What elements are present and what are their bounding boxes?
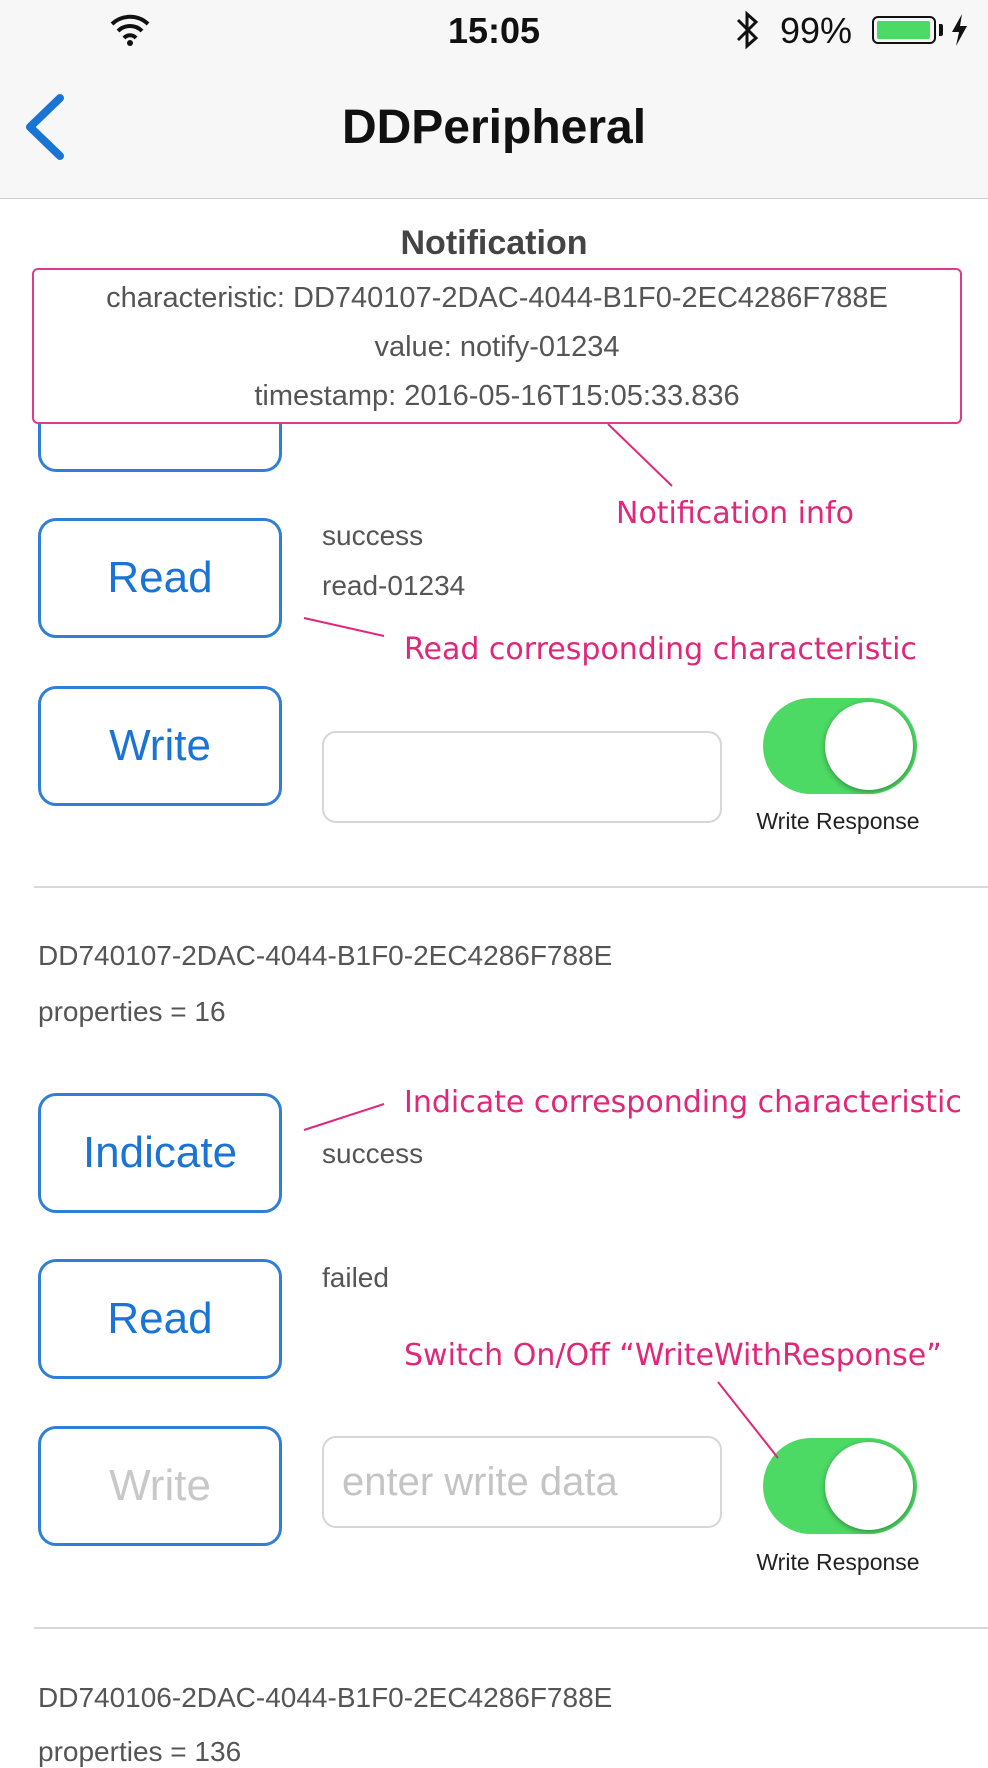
write-button[interactable]: Write	[38, 686, 282, 806]
write-data-input[interactable]	[322, 731, 722, 823]
annotation-indicate-characteristic: Indicate corresponding characteristic	[404, 1085, 962, 1120]
charging-bolt-icon	[952, 14, 967, 46]
notification-title: Notification	[400, 224, 588, 262]
notification-characteristic: characteristic: DD740107-2DAC-4044-B1F0-…	[106, 282, 888, 314]
write-button-disabled[interactable]: Write	[38, 1426, 282, 1546]
annotation-notification-info: Notification info	[616, 496, 854, 531]
indicate-button[interactable]: Indicate	[38, 1093, 282, 1213]
write-response-toggle[interactable]	[763, 1438, 917, 1534]
characteristic-uuid: DD740106-2DAC-4044-B1F0-2EC4286F788E	[38, 1682, 613, 1713]
read-button[interactable]: Read	[38, 518, 282, 638]
read-button[interactable]: Read	[38, 1259, 282, 1379]
annotation-switch-write-response: Switch On/Off “WriteWithResponse”	[404, 1338, 942, 1373]
read-value: read-01234	[322, 570, 466, 601]
indicate-status: success	[322, 1138, 424, 1169]
write-response-label: Write Response	[756, 808, 920, 834]
battery-percent: 99%	[780, 10, 853, 51]
toggle-knob	[825, 1442, 913, 1530]
toggle-knob	[825, 702, 913, 790]
write-data-input[interactable]	[322, 1436, 722, 1528]
battery-icon	[872, 16, 936, 44]
annotation-read-characteristic: Read corresponding characteristic	[404, 632, 917, 667]
characteristic-properties: properties = 136	[38, 1736, 242, 1767]
write-response-label: Write Response	[756, 1549, 920, 1575]
notification-timestamp: timestamp: 2016-05-16T15:05:33.836	[254, 380, 740, 412]
characteristic-properties: properties = 16	[38, 996, 226, 1027]
notification-value: value: notify-01234	[374, 331, 620, 363]
battery-cap	[939, 24, 943, 36]
section-divider	[34, 886, 988, 888]
bluetooth-icon	[736, 10, 759, 50]
characteristic-uuid: DD740107-2DAC-4044-B1F0-2EC4286F788E	[38, 940, 613, 971]
read-status: success	[322, 520, 424, 551]
write-response-toggle[interactable]	[763, 698, 917, 794]
nav-title: DDPeripheral	[341, 101, 647, 154]
section-divider	[34, 1627, 988, 1629]
hidden-button-edge[interactable]	[38, 420, 282, 472]
read-status: failed	[322, 1262, 389, 1293]
